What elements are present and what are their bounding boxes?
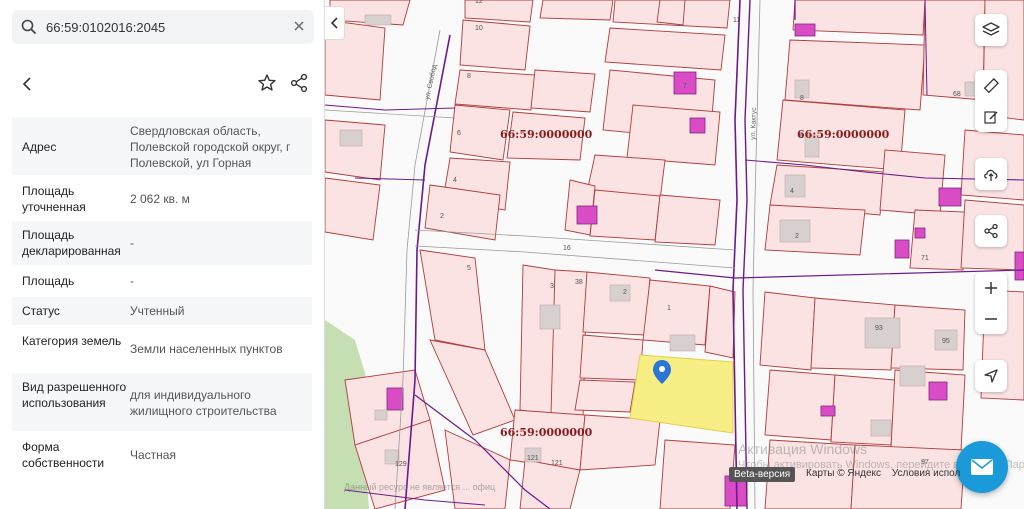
clear-search-button[interactable] <box>284 18 314 36</box>
parcel-number: 12 <box>475 0 483 5</box>
property-row: Форма собственности Частная <box>12 433 312 477</box>
beta-badge: Beta-версия <box>729 467 796 482</box>
info-panel: Адрес Свердловская область, Полевской го… <box>0 0 325 509</box>
parcel-number: 2 <box>623 289 627 296</box>
terms-link[interactable]: Условия испол <box>892 468 960 479</box>
parcel-number: 71 <box>921 255 929 262</box>
property-label: Площадь <box>22 274 75 288</box>
geolocate-button[interactable] <box>975 360 1007 392</box>
feedback-mail-button[interactable] <box>956 441 1008 493</box>
search-icon <box>12 19 46 35</box>
parcel-number: 4 <box>790 188 794 195</box>
panel-header <box>0 66 324 100</box>
parcel-number: 68 <box>953 91 961 98</box>
parcel-number: 10 <box>475 25 483 32</box>
minus-icon <box>985 317 997 320</box>
parcel-number: 11 <box>733 17 740 24</box>
search-bar[interactable] <box>12 10 314 44</box>
property-row: Вид разрешенного использования для индив… <box>12 373 312 431</box>
property-label: Категория земель <box>22 334 122 348</box>
zoom-in-button[interactable] <box>975 272 1007 303</box>
ruler-icon <box>983 77 999 93</box>
close-icon <box>294 21 304 31</box>
parcel-number: 8 <box>467 73 471 80</box>
parcel-number: 1 <box>667 305 671 312</box>
parcel-number: 8 <box>800 95 804 102</box>
cadastral-map[interactable]: 66:59:0000000 66:59:0000000 66:59:000000… <box>325 0 1024 509</box>
property-row: Площадь декларированная - <box>12 221 312 265</box>
property-value: Частная <box>130 448 176 462</box>
navigation-arrow-icon <box>984 369 998 383</box>
property-value: - <box>130 274 134 288</box>
property-row: Статус Учтенный <box>12 297 312 325</box>
parcel-number: 121 <box>527 455 539 462</box>
collapse-panel-button[interactable] <box>325 6 345 40</box>
parcel-number: 129 <box>395 461 407 468</box>
property-value: Учтенный <box>130 304 185 318</box>
upload-button[interactable] <box>975 158 1007 190</box>
share-icon <box>290 73 308 93</box>
parcel-number: 4 <box>453 177 457 184</box>
property-table: Адрес Свердловская область, Полевской го… <box>12 117 312 479</box>
back-button[interactable] <box>16 73 38 95</box>
edit-icon <box>984 110 998 124</box>
parcel-number: 93 <box>875 325 883 332</box>
property-label: Адрес <box>22 140 57 154</box>
map-footer-links: Карты © Яндекс Условия испол <box>806 468 968 479</box>
property-row: Площадь - <box>12 267 312 295</box>
map-credit: Данный ресурс не является ... офиц <box>344 482 496 492</box>
property-row: Площадь уточненная 2 062 кв. м <box>12 177 312 219</box>
property-value: 2 062 кв. м <box>130 192 190 206</box>
plus-icon <box>985 281 997 294</box>
property-label: Статус <box>22 304 60 318</box>
property-value: для индивидуального жилищного строительс… <box>130 388 277 418</box>
parcel-number: 121 <box>551 460 563 467</box>
property-value: - <box>130 236 134 250</box>
parcel-number: 95 <box>942 338 950 345</box>
layers-button[interactable] <box>975 14 1007 46</box>
measure-tools <box>975 70 1007 132</box>
property-label: Площадь уточненная <box>22 184 86 214</box>
parcel-number: 16 <box>563 245 571 252</box>
chevron-left-icon <box>330 17 338 29</box>
property-label: Вид разрешенного использования <box>22 380 127 410</box>
watermark-title: Активация Windows <box>738 441 868 457</box>
mail-icon <box>971 459 993 475</box>
parcel-number: 2 <box>795 233 799 240</box>
edit-button[interactable] <box>975 101 1007 132</box>
property-label: Форма собственности <box>22 440 105 470</box>
cadastral-block-label: 66:59:0000000 <box>500 426 593 439</box>
chevron-left-icon <box>22 77 31 91</box>
parcel-number: 3 <box>550 283 554 290</box>
zoom-controls <box>975 272 1007 334</box>
star-icon <box>258 74 276 91</box>
zoom-out-button[interactable] <box>975 303 1007 334</box>
favorite-button[interactable] <box>256 72 278 94</box>
parcel-number: 5 <box>467 265 471 272</box>
cadastral-block-label: 66:59:0000000 <box>797 128 890 141</box>
share-button[interactable] <box>288 72 310 94</box>
parcel-number: 6 <box>457 130 461 137</box>
search-input[interactable] <box>46 19 284 35</box>
yandex-maps-link[interactable]: Карты © Яндекс <box>806 468 881 479</box>
property-row: Адрес Свердловская область, Полевской го… <box>12 117 312 175</box>
cadastral-block-label: 66:59:0000000 <box>500 128 593 141</box>
parcel-number: 7 <box>683 83 687 90</box>
map-share-button[interactable] <box>975 215 1007 247</box>
parcel-number: 2 <box>440 213 444 220</box>
property-value: Свердловская область, Полевской городско… <box>130 124 291 170</box>
property-label: Площадь декларированная <box>22 228 121 258</box>
ruler-button[interactable] <box>975 70 1007 101</box>
cloud-upload-icon <box>984 169 998 181</box>
property-row: Категория земель Земли населенных пункто… <box>12 327 312 371</box>
parcel-number: 6 <box>800 133 804 140</box>
parcel-number: 38 <box>575 279 583 286</box>
property-value: Земли населенных пунктов <box>130 342 283 356</box>
share-icon <box>984 223 998 239</box>
street-label: ул. Кактус <box>750 107 758 140</box>
map-canvas[interactable]: 66:59:0000000 66:59:0000000 66:59:000000… <box>325 0 1024 509</box>
layers-icon <box>982 22 1000 36</box>
